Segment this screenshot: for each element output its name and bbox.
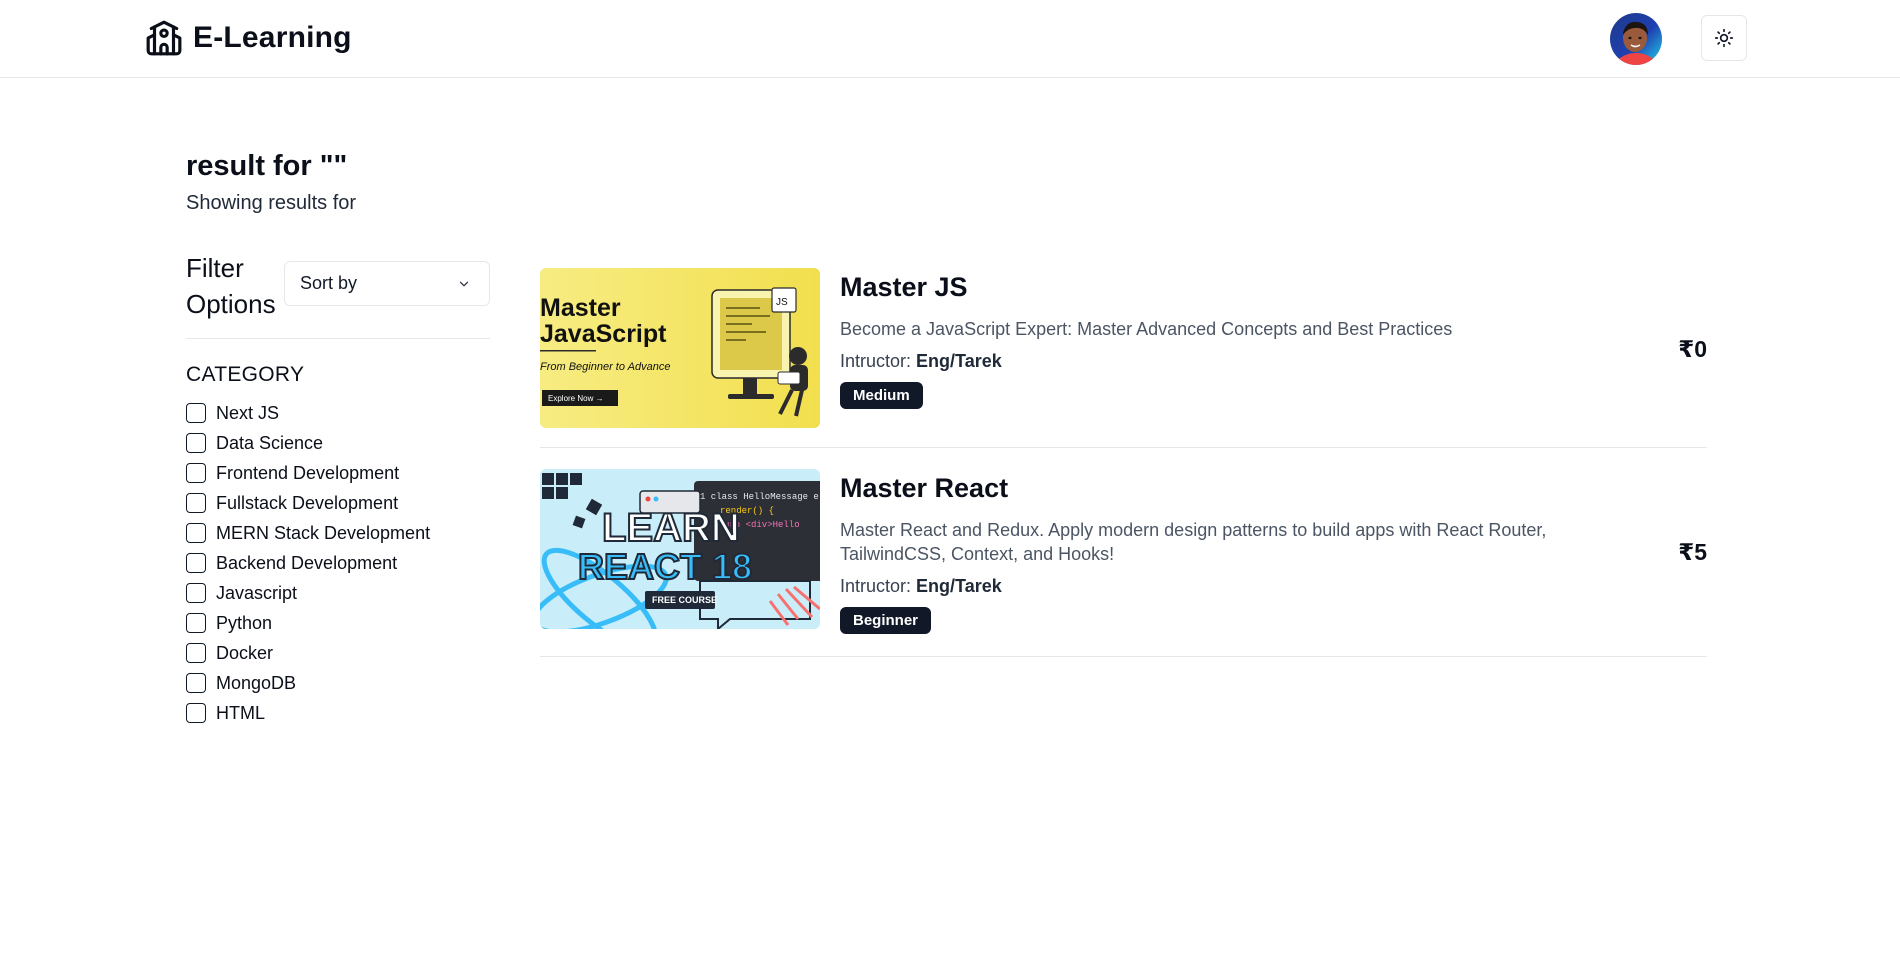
instructor-name: Eng/Tarek	[916, 351, 1002, 371]
results-title: result for ""	[186, 150, 348, 182]
thumb-line2: REACT 18	[578, 546, 752, 587]
course-instructor: Intructor: Eng/Tarek	[840, 576, 1620, 597]
chevron-down-icon	[459, 281, 469, 286]
category-label: Next JS	[216, 402, 280, 423]
category-label: MongoDB	[216, 672, 297, 693]
category-label: MERN Stack Development	[216, 522, 431, 543]
category-item[interactable]: MongoDB	[186, 668, 430, 698]
checkbox[interactable]	[186, 703, 206, 723]
course-instructor: Intructor: Eng/Tarek	[840, 351, 1620, 372]
category-item[interactable]: Data Science	[186, 428, 430, 458]
category-label: Javascript	[216, 582, 298, 603]
checkbox[interactable]	[186, 403, 206, 423]
top-navbar: E-Learning	[0, 0, 1900, 78]
course-title[interactable]: Master React	[840, 473, 1620, 504]
sort-by-label: Sort by	[300, 273, 358, 293]
brand-title: E-Learning	[193, 21, 352, 54]
thumb-code-1: 1 class HelloMessage e	[700, 492, 819, 502]
thumb-cta: Explore Now →	[548, 394, 604, 403]
category-item[interactable]: Python	[186, 608, 430, 638]
category-heading: CATEGORY	[186, 363, 305, 386]
category-item[interactable]: HTML	[186, 698, 430, 728]
instructor-label: Intructor:	[840, 351, 912, 371]
level-badge: Medium	[840, 382, 923, 409]
course-description: Become a JavaScript Expert: Master Advan…	[840, 319, 1453, 339]
checkbox[interactable]	[186, 553, 206, 573]
brand-link[interactable]: E-Learning	[145, 19, 352, 57]
category-label: Fullstack Development	[216, 492, 399, 513]
thumb-tag: FREE COURSE	[652, 595, 717, 605]
level-badge: Beginner	[840, 607, 932, 634]
sun-icon	[1714, 28, 1734, 48]
theme-toggle-button[interactable]	[1701, 15, 1747, 61]
checkbox[interactable]	[186, 433, 206, 453]
category-label: Data Science	[216, 432, 324, 453]
thumb-line1: Master	[540, 294, 621, 322]
category-label: Python	[216, 612, 273, 633]
course-thumbnail[interactable]: 1 class HelloMessage e render() { urn <d…	[540, 469, 820, 629]
category-item[interactable]: Backend Development	[186, 548, 430, 578]
course-info: Master JS Become a JavaScript Expert: Ma…	[840, 272, 1620, 409]
checkbox[interactable]	[186, 463, 206, 483]
thumb-badge: JS	[776, 297, 788, 308]
thumb-tagline: From Beginner to Advance	[540, 361, 670, 373]
school-icon	[146, 20, 182, 56]
course-card[interactable]: 1 class HelloMessage e render() { urn <d…	[540, 469, 1707, 657]
user-avatar[interactable]	[1610, 13, 1662, 65]
instructor-label: Intructor:	[840, 576, 912, 596]
course-price: ₹0	[1678, 336, 1707, 362]
category-item[interactable]: Docker	[186, 638, 430, 668]
filter-divider	[186, 338, 490, 339]
thumb-line2: JavaScript	[540, 320, 667, 348]
category-label: Docker	[216, 642, 274, 663]
course-description: Master React and Redux. Apply modern des…	[840, 520, 1547, 564]
checkbox[interactable]	[186, 493, 206, 513]
course-title[interactable]: Master JS	[840, 272, 1620, 303]
category-label: HTML	[216, 702, 265, 723]
checkbox[interactable]	[186, 613, 206, 633]
thumb-line1: LEARN	[602, 506, 740, 550]
results-subtitle: Showing results for	[186, 192, 357, 214]
filter-options-title: Filter Options	[186, 253, 276, 319]
category-list: Next JS Data Science Frontend Developmen…	[186, 398, 430, 728]
checkbox[interactable]	[186, 583, 206, 603]
course-info: Master React Master React and Redux. App…	[840, 473, 1620, 634]
category-item[interactable]: Frontend Development	[186, 458, 430, 488]
category-item[interactable]: Fullstack Development	[186, 488, 430, 518]
category-item[interactable]: MERN Stack Development	[186, 518, 430, 548]
category-item[interactable]: Next JS	[186, 398, 430, 428]
course-card[interactable]: Master JavaScript From Beginner to Advan…	[540, 268, 1707, 448]
instructor-name: Eng/Tarek	[916, 576, 1002, 596]
checkbox[interactable]	[186, 643, 206, 663]
sort-by-select[interactable]: Sort by	[284, 261, 490, 306]
category-item[interactable]: Javascript	[186, 578, 430, 608]
category-label: Backend Development	[216, 552, 398, 573]
course-price: ₹5	[1678, 539, 1707, 565]
checkbox[interactable]	[186, 523, 206, 543]
checkbox[interactable]	[186, 673, 206, 693]
course-thumbnail[interactable]: Master JavaScript From Beginner to Advan…	[540, 268, 820, 428]
category-label: Frontend Development	[216, 462, 400, 483]
